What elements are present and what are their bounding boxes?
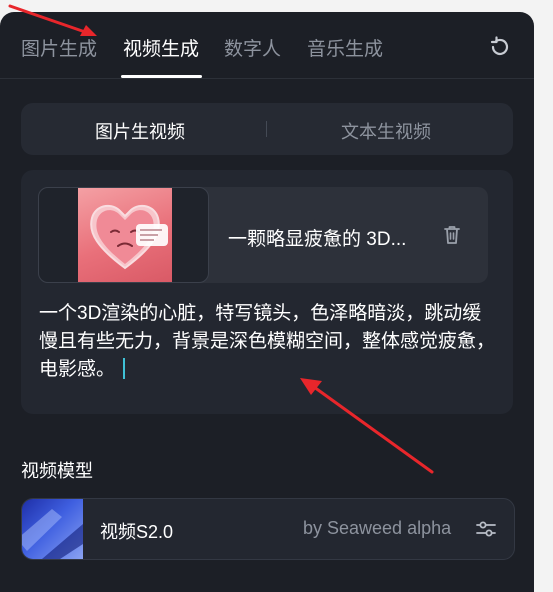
video-model-selector[interactable]: 视频S2.0 by Seaweed alpha (21, 498, 515, 560)
prompt-text-area[interactable]: 一个3D渲染的心脏，特写镜头，色泽略暗淡，跳动缓慢且有些无力，背景是深色模糊空间… (39, 300, 499, 384)
mode-text-to-video[interactable]: 文本生视频 (341, 118, 431, 144)
model-name: 视频S2.0 (100, 522, 174, 542)
tab-video-generation[interactable]: 视频生成 (123, 34, 199, 61)
tab-music-generation[interactable]: 音乐生成 (307, 34, 383, 61)
reference-image-thumbnail (78, 188, 172, 282)
trash-icon[interactable] (440, 223, 464, 247)
mode-switch: 图片生视频 文本生视频 (21, 103, 513, 155)
refresh-icon[interactable] (487, 34, 513, 60)
video-generation-panel: 图片生成 视频生成 数字人 音乐生成 图片生视频 文本生视频 一颗略显疲惫的 3… (0, 12, 534, 592)
tab-digital-human[interactable]: 数字人 (224, 34, 281, 61)
tab-bar: 图片生成 视频生成 数字人 音乐生成 (0, 12, 534, 79)
mode-image-to-video[interactable]: 图片生视频 (95, 118, 185, 144)
reference-image-card[interactable]: 一颗略显疲惫的 3D... (38, 187, 488, 283)
text-caret (123, 358, 126, 379)
model-provider: by Seaweed alpha (303, 518, 452, 538)
active-tab-indicator (121, 75, 202, 78)
prompt-card: 一颗略显疲惫的 3D... 一个3D渲染的心脏，特写镜头，色泽略暗淡，跳动缓慢且… (21, 170, 513, 414)
sliders-icon[interactable] (474, 517, 498, 541)
video-model-heading: 视频模型 (21, 461, 93, 481)
thumbnail-frame (38, 187, 209, 283)
mode-divider (266, 121, 267, 137)
prompt-text: 一个3D渲染的心脏，特写镜头，色泽略暗淡，跳动缓慢且有些无力，背景是深色模糊空间… (39, 303, 496, 380)
tab-image-generation[interactable]: 图片生成 (21, 34, 97, 61)
reference-image-title: 一颗略显疲惫的 3D... (228, 229, 407, 250)
model-thumbnail (22, 499, 83, 559)
